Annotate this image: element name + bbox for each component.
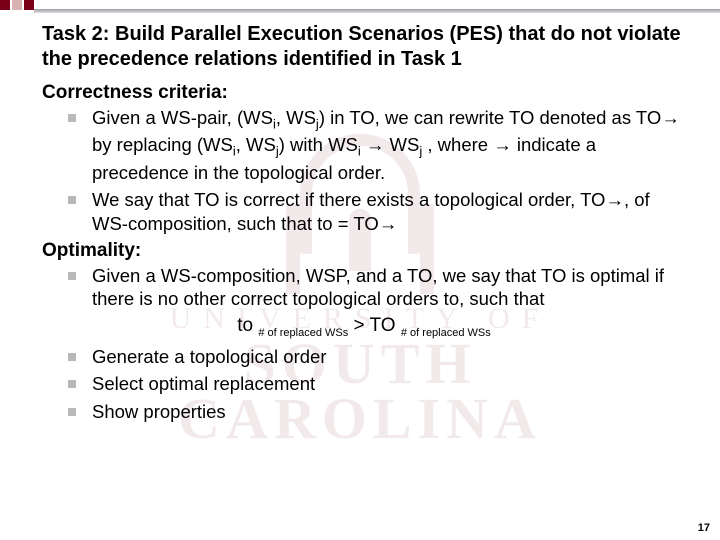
bullet-item: Select optimal replacement	[68, 372, 686, 396]
deco-square	[12, 0, 22, 10]
section-correctness: Correctness criteria:	[42, 82, 686, 104]
formula-text: > TO	[348, 315, 401, 336]
bullet-text: ) with WS	[279, 134, 358, 155]
formula: to # of replaced WSs > TO # of replaced …	[42, 315, 686, 339]
bullet-text: , WS	[276, 107, 316, 128]
slide-top-decoration	[0, 0, 720, 14]
bullet-text: Given a WS-pair, (WS	[92, 107, 273, 128]
bullet-text: → WS	[361, 134, 420, 155]
formula-subscript: # of replaced WSs	[401, 327, 491, 339]
bullet-item: We say that TO is correct if there exist…	[68, 188, 686, 235]
bullet-list: Given a WS-composition, WSP, and a TO, w…	[42, 264, 686, 311]
bullet-list: Given a WS-pair, (WSi, WSj) in TO, we ca…	[42, 106, 686, 236]
deco-square	[0, 0, 10, 10]
section-optimality: Optimality:	[42, 240, 686, 262]
bullet-list: Generate a topological order Select opti…	[42, 345, 686, 424]
bullet-item: Given a WS-pair, (WSi, WSj) in TO, we ca…	[68, 106, 686, 184]
bullet-item: Generate a topological order	[68, 345, 686, 369]
bullet-text: , WS	[236, 134, 276, 155]
page-number: 17	[698, 522, 710, 534]
formula-text: to	[237, 315, 258, 336]
deco-bar	[34, 9, 720, 13]
bullet-item: Show properties	[68, 400, 686, 424]
slide-content: Task 2: Build Parallel Execution Scenari…	[0, 0, 720, 424]
deco-square	[24, 0, 34, 10]
bullet-item: Given a WS-composition, WSP, and a TO, w…	[68, 264, 686, 311]
formula-subscript: # of replaced WSs	[258, 327, 348, 339]
slide-title: Task 2: Build Parallel Execution Scenari…	[42, 22, 686, 72]
